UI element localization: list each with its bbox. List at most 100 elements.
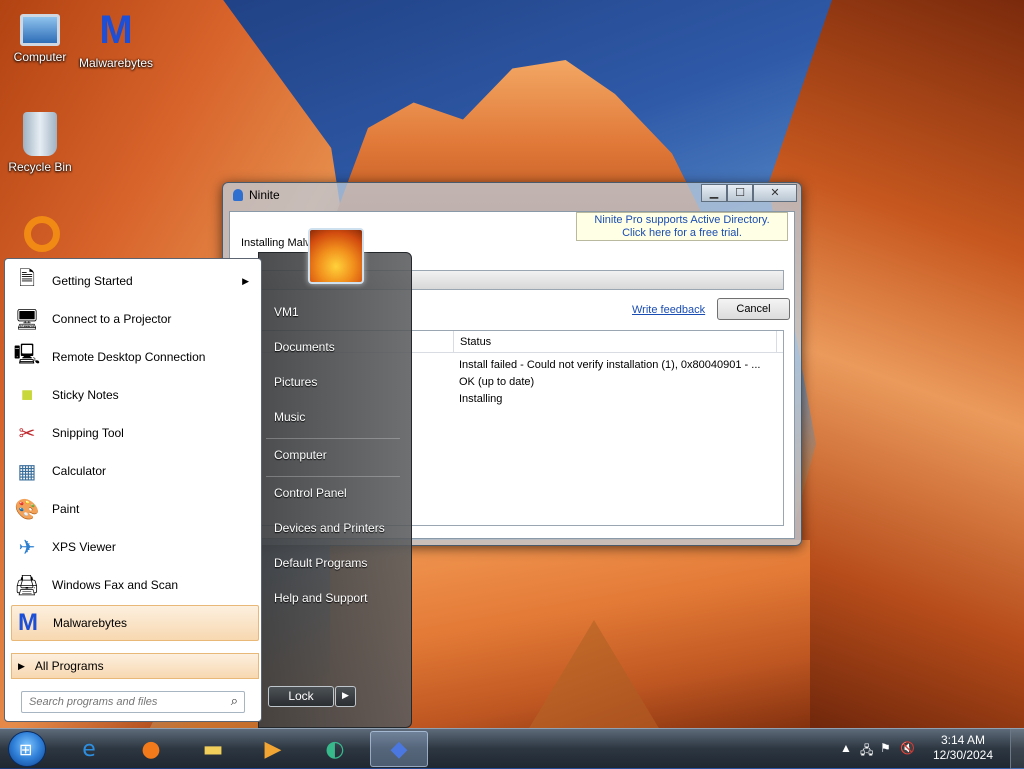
start-button[interactable]: ⊞	[8, 731, 46, 767]
installing-status-text: Installing Malw	[241, 237, 314, 249]
start-link-default-programs[interactable]: Default Programs	[274, 556, 367, 570]
scissors-icon: ✂	[18, 422, 36, 445]
window-controls: ▁ ☐ ✕	[701, 184, 797, 202]
ninite-icon	[233, 189, 243, 201]
start-menu-programs-pane: 🗎 Getting Started ▶ 🖥 Connect to a Proje…	[4, 258, 262, 722]
user-avatar[interactable]	[308, 228, 364, 284]
fax-icon: 🖨	[14, 574, 40, 597]
action-center-flag-icon[interactable]: ⚑	[880, 741, 891, 755]
program-label: Paint	[52, 502, 80, 516]
window-title: Ninite	[249, 188, 280, 202]
program-label: XPS Viewer	[52, 540, 116, 554]
expand-arrow-icon: ▶	[18, 660, 25, 671]
promo-line-2: Click here for a free trial.	[622, 227, 742, 239]
calculator-icon: ▦	[17, 460, 37, 483]
start-link-computer[interactable]: Computer	[274, 448, 327, 462]
list-item[interactable]: Install failed - Could not verify instal…	[459, 359, 760, 371]
start-link-devices-printers[interactable]: Devices and Printers	[274, 521, 385, 535]
maximize-button[interactable]: ☐	[727, 184, 753, 202]
program-sticky-notes[interactable]: ■ Sticky Notes	[11, 377, 259, 413]
start-link-pictures[interactable]: Pictures	[274, 375, 317, 389]
program-getting-started[interactable]: 🗎 Getting Started ▶	[11, 263, 259, 299]
desktop-icon-label: Recycle Bin	[8, 160, 72, 174]
program-remote-desktop[interactable]: 🖳 Remote Desktop Connection	[11, 339, 259, 375]
network-icon[interactable]: 🖧	[860, 741, 873, 762]
xps-viewer-icon: ✈	[18, 536, 36, 559]
search-input[interactable]	[27, 693, 217, 711]
projector-icon: 🖥	[14, 308, 40, 331]
ninite-pro-promo[interactable]: Ninite Pro supports Active Directory. Cl…	[576, 212, 788, 241]
taskbar-file-explorer[interactable]: ▬	[186, 731, 240, 767]
taskbar-edge[interactable]: ◐	[308, 731, 362, 767]
list-item[interactable]: OK (up to date)	[459, 376, 534, 388]
file-explorer-icon: ▬	[202, 736, 224, 762]
desktop-icon-app[interactable]	[2, 216, 82, 256]
recycle-bin-icon	[23, 112, 57, 156]
clock[interactable]: 3:14 AM 12/30/2024	[928, 733, 998, 763]
program-label: Snipping Tool	[52, 426, 124, 440]
malwarebytes-icon: M	[18, 609, 38, 636]
computer-icon	[20, 14, 60, 46]
divider	[266, 476, 400, 477]
program-label: Connect to a Projector	[52, 312, 172, 326]
show-desktop-button[interactable]	[1010, 729, 1024, 769]
taskbar-firefox[interactable]: ●	[124, 731, 178, 767]
windows-logo-icon: ⊞	[19, 740, 33, 759]
cancel-button[interactable]: Cancel	[717, 298, 790, 320]
shutdown-options-arrow-icon[interactable]: ▶	[335, 686, 356, 707]
volume-muted-icon[interactable]: 🔇	[900, 741, 915, 755]
program-fax-scan[interactable]: 🖨 Windows Fax and Scan	[11, 567, 259, 603]
app-ring-icon	[24, 216, 60, 252]
start-link-documents[interactable]: Documents	[274, 340, 335, 354]
start-link-control-panel[interactable]: Control Panel	[274, 486, 347, 500]
promo-line-1: Ninite Pro supports Active Directory.	[594, 214, 770, 226]
write-feedback-link[interactable]: Write feedback	[632, 304, 705, 316]
start-link-music[interactable]: Music	[274, 410, 305, 424]
column-header-status[interactable]: Status	[453, 331, 777, 352]
sticky-notes-icon: ■	[20, 383, 34, 406]
clock-time: 3:14 AM	[940, 733, 986, 747]
close-button[interactable]: ✕	[753, 184, 797, 202]
program-snipping-tool[interactable]: ✂ Snipping Tool	[11, 415, 259, 451]
desktop-icon-malwarebytes[interactable]: M Malwarebytes	[76, 8, 156, 70]
media-player-icon: ▶	[264, 736, 282, 762]
start-link-help-support[interactable]: Help and Support	[274, 591, 367, 605]
getting-started-icon: 🗎	[18, 268, 36, 290]
program-label: Windows Fax and Scan	[52, 578, 179, 592]
desktop-icon-label: Computer	[13, 50, 67, 64]
taskbar-media-player[interactable]: ▶	[246, 731, 300, 767]
program-label: Sticky Notes	[52, 388, 119, 402]
edge-icon: ◐	[325, 736, 345, 762]
program-label: Calculator	[52, 464, 107, 478]
program-calculator[interactable]: ▦ Calculator	[11, 453, 259, 489]
desktop-icon-computer[interactable]: Computer	[0, 8, 80, 64]
desktop-icon-label: Malwarebytes	[78, 56, 154, 70]
internet-explorer-icon: e	[82, 736, 96, 762]
start-link-user[interactable]: VM1	[274, 305, 299, 319]
submenu-arrow-icon: ▶	[242, 275, 249, 286]
paint-icon: 🎨	[14, 498, 40, 521]
program-paint[interactable]: 🎨 Paint	[11, 491, 259, 527]
taskbar-ninite[interactable]: ◆	[370, 731, 428, 767]
taskbar: ⊞ e ● ▬ ▶ ◐ ◆ ▲ 🖧 ⚑ 🔇 3:14 AM 12/30/2024	[0, 728, 1024, 769]
malwarebytes-icon: M	[99, 8, 133, 52]
all-programs-button[interactable]: ▶ All Programs	[11, 653, 259, 679]
clock-date: 12/30/2024	[932, 748, 994, 762]
desktop-icon-recycle-bin[interactable]: Recycle Bin	[0, 112, 80, 174]
lock-button[interactable]: Lock	[268, 686, 334, 707]
list-item[interactable]: Installing	[459, 393, 502, 405]
all-programs-label: All Programs	[34, 659, 104, 673]
program-connect-projector[interactable]: 🖥 Connect to a Projector	[11, 301, 259, 337]
program-malwarebytes[interactable]: M Malwarebytes	[11, 605, 259, 641]
program-xps-viewer[interactable]: ✈ XPS Viewer	[11, 529, 259, 565]
taskbar-internet-explorer[interactable]: e	[62, 731, 116, 767]
system-tray: ▲ 🖧 ⚑ 🔇 3:14 AM 12/30/2024	[834, 729, 1024, 769]
remote-desktop-icon: 🖳	[13, 344, 41, 366]
ninite-icon: ◆	[390, 736, 408, 762]
start-menu: 🗎 Getting Started ▶ 🖥 Connect to a Proje…	[0, 252, 412, 728]
minimize-button[interactable]: ▁	[701, 184, 727, 202]
search-icon: ⌕	[230, 694, 238, 709]
divider	[266, 438, 400, 439]
start-search-box[interactable]: ⌕	[21, 691, 245, 713]
show-hidden-icons-arrow-icon[interactable]: ▲	[840, 741, 852, 755]
